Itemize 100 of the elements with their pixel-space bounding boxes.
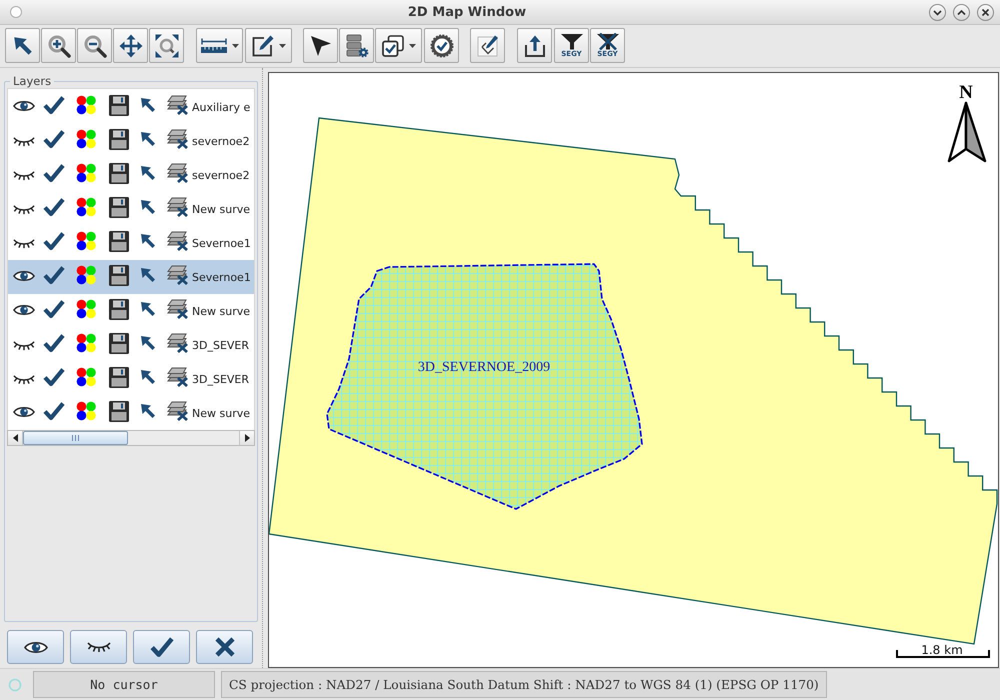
- stacked-sheets-x-icon: [166, 299, 189, 319]
- layer-name: 3D_SEVER: [192, 338, 250, 352]
- zoom-out-button[interactable]: [77, 28, 112, 63]
- layer-name: severnoe2: [192, 134, 251, 148]
- check-badge-icon: [430, 34, 454, 58]
- pencil-sketch-icon: [476, 34, 498, 56]
- measure-button[interactable]: [196, 28, 243, 63]
- north-label: N: [959, 82, 973, 103]
- closed-eye-icon: [86, 641, 110, 653]
- check-icon[interactable]: [43, 163, 65, 183]
- pointer-arrow-icon: [140, 233, 156, 249]
- pointer-arrow-icon: [140, 165, 156, 181]
- edit-button[interactable]: [245, 28, 292, 63]
- pointer-arrow-icon: [140, 301, 156, 317]
- projection-status: CS projection : NAD27 / Louisiana South Datum Shift : NAD27 to WGS 84 (1) (EPSG OP 1170): [221, 671, 827, 698]
- check-icon: [150, 636, 174, 658]
- pointer-arrow-icon: [140, 403, 156, 419]
- layer-name: Severnoe1: [192, 236, 252, 250]
- color-dots-icon: [76, 401, 97, 421]
- closed-eye-button[interactable]: [70, 630, 127, 664]
- caret-down-icon: [232, 44, 238, 48]
- select-button[interactable]: [5, 28, 40, 63]
- export-button[interactable]: [517, 28, 552, 63]
- check-icon[interactable]: [43, 95, 65, 115]
- scroll-left-button[interactable]: [8, 431, 22, 445]
- pointer-arrow-icon: [140, 199, 156, 215]
- check-icon[interactable]: [43, 265, 65, 285]
- layer-name: 3D_SEVER: [192, 372, 250, 386]
- eye-icon[interactable]: [13, 98, 35, 112]
- stacked-sheets-x-icon: [166, 231, 189, 251]
- ruler-icon: [200, 38, 226, 53]
- cross-button[interactable]: [196, 630, 253, 664]
- layer-name: New surve: [192, 202, 251, 216]
- scrollbar-thumb[interactable]: [23, 431, 128, 445]
- cursor-arrow-icon: [310, 34, 332, 56]
- check-icon[interactable]: [43, 129, 65, 149]
- triangle-left-icon: [12, 434, 18, 442]
- close-button[interactable]: [977, 4, 994, 20]
- check-icon[interactable]: [43, 197, 65, 217]
- scale-label: 1.8 km: [921, 643, 963, 657]
- upload-tray-icon: [524, 34, 546, 56]
- color-dots-icon: [76, 163, 97, 183]
- eye-button[interactable]: [7, 630, 64, 664]
- check-icon[interactable]: [43, 333, 65, 353]
- move-arrows-icon: [118, 34, 142, 58]
- zoom-extent-icon: [154, 34, 178, 58]
- cross-icon: [214, 636, 236, 658]
- eye-icon[interactable]: [13, 404, 35, 418]
- north-arrow-icon: [948, 102, 986, 162]
- closed-eye-icon[interactable]: [13, 204, 35, 214]
- pencil-square-icon: [252, 34, 274, 56]
- check-icon[interactable]: [43, 401, 65, 421]
- cursor-status: No cursor: [33, 671, 215, 698]
- eye-icon[interactable]: [13, 268, 35, 282]
- minimize-button[interactable]: [929, 4, 946, 20]
- window-title: 2D Map Window: [408, 4, 526, 20]
- caret-down-icon: [278, 44, 286, 48]
- pointer-button[interactable]: [303, 28, 338, 63]
- check-icon[interactable]: [43, 367, 65, 387]
- zoom-in-icon: [46, 34, 70, 58]
- zoom-extent-button[interactable]: [149, 28, 184, 63]
- zoom-in-button[interactable]: [41, 28, 76, 63]
- pointer-arrow-icon: [140, 131, 156, 147]
- window-select-button[interactable]: [375, 28, 422, 63]
- color-dots-icon: [76, 197, 97, 217]
- stacked-sheets-x-icon: [166, 401, 189, 421]
- layer-name: severnoe2: [192, 168, 251, 182]
- database-settings-button[interactable]: [339, 28, 374, 63]
- pointer-arrow-icon: [140, 335, 156, 351]
- closed-eye-icon[interactable]: [13, 136, 35, 146]
- stacked-sheets-x-icon: [166, 367, 189, 387]
- scroll-right-button[interactable]: [240, 431, 254, 445]
- maximize-button[interactable]: [953, 4, 970, 20]
- pointer-arrow-icon: [140, 267, 156, 283]
- stacked-sheets-x-icon: [166, 129, 189, 149]
- eye-icon[interactable]: [13, 302, 35, 316]
- color-dots-icon: [76, 333, 97, 353]
- check-icon[interactable]: [43, 231, 65, 251]
- checkbox-windows-icon: [382, 34, 404, 56]
- check-icon[interactable]: [43, 299, 65, 319]
- layer-name: New surve: [192, 304, 251, 318]
- pan-button[interactable]: [113, 28, 148, 63]
- color-dots-icon: [76, 129, 97, 149]
- check-button[interactable]: [133, 630, 190, 664]
- pointer-arrow-icon: [140, 97, 156, 113]
- closed-eye-icon[interactable]: [13, 170, 35, 180]
- chevron-down-icon: [933, 8, 942, 16]
- stacked-sheets-x-icon: [166, 333, 189, 353]
- closed-eye-icon[interactable]: [13, 340, 35, 350]
- color-dots-icon: [76, 265, 97, 285]
- layer-row[interactable]: Severnoe1: [8, 260, 254, 294]
- triangle-right-icon: [244, 434, 250, 442]
- stacked-sheets-x-icon: [166, 95, 189, 115]
- sketch-button[interactable]: [470, 28, 505, 63]
- closed-eye-icon[interactable]: [13, 374, 35, 384]
- close-icon: [981, 8, 990, 16]
- verify-button[interactable]: [424, 28, 459, 63]
- ring-icon: [8, 678, 22, 692]
- closed-eye-icon[interactable]: [13, 238, 35, 248]
- pointer-arrow-icon: [12, 36, 32, 56]
